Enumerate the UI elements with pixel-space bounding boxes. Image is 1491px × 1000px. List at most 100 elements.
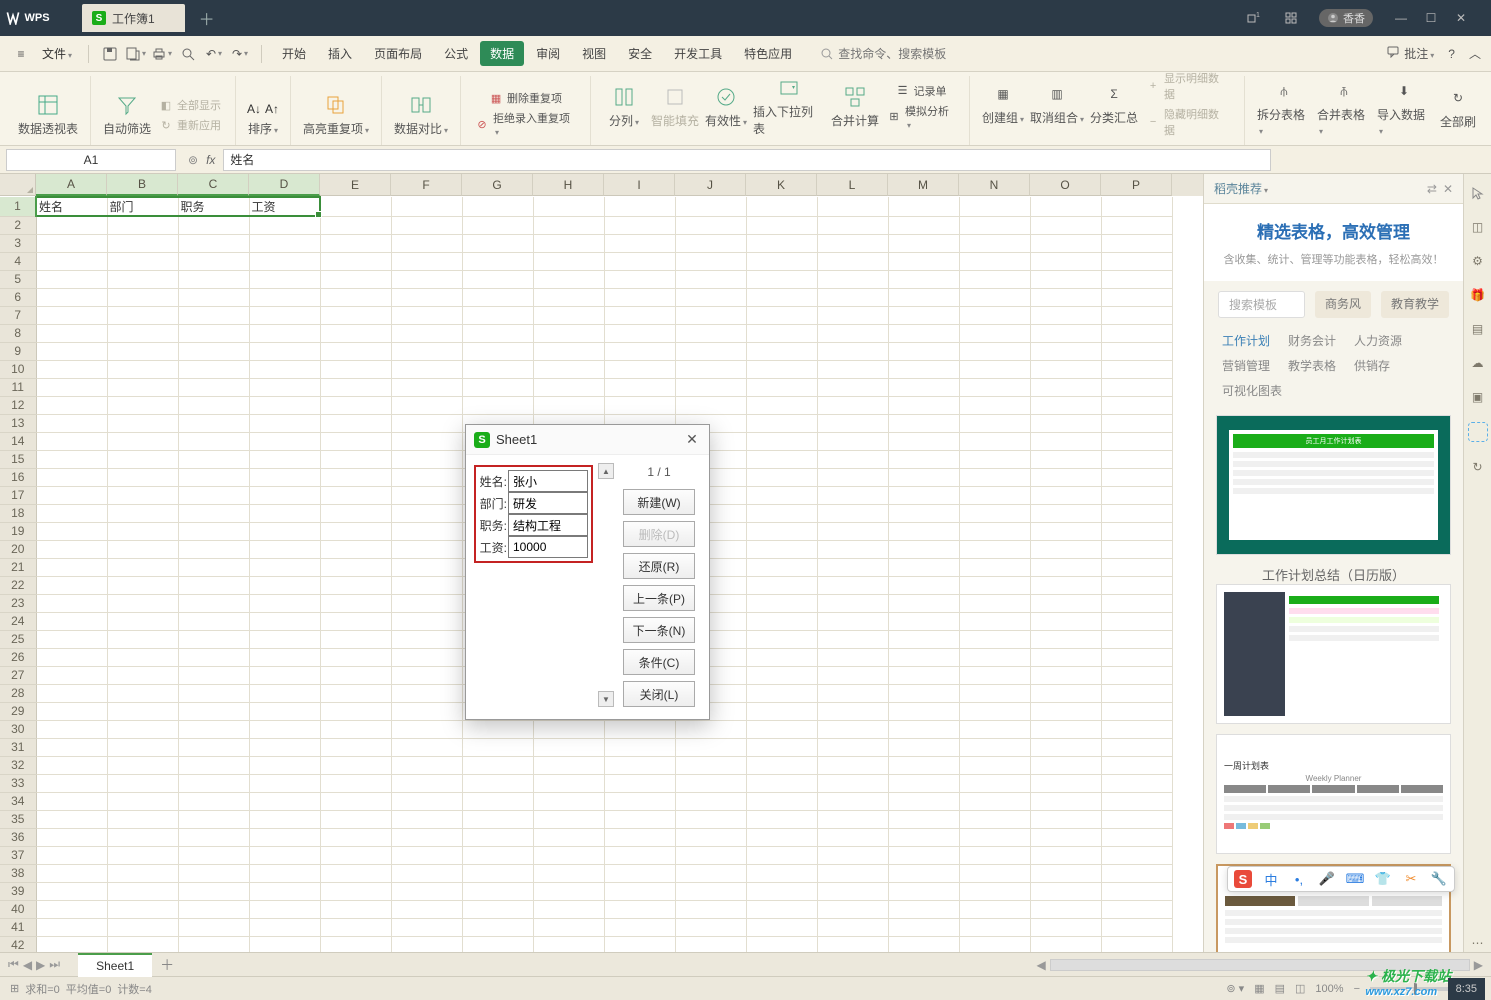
cell-M38[interactable] [888, 864, 959, 882]
cell-E34[interactable] [320, 792, 391, 810]
cell-F2[interactable] [391, 216, 462, 234]
pivot-table-button[interactable]: 数据透视表 [16, 91, 80, 139]
cell-F15[interactable] [391, 450, 462, 468]
rail-form-icon[interactable]: ▤ [1469, 320, 1487, 338]
col-header-L[interactable]: L [817, 174, 888, 196]
cell-H7[interactable] [533, 306, 604, 324]
cell-O24[interactable] [1030, 612, 1101, 630]
cell-F13[interactable] [391, 414, 462, 432]
cell-N21[interactable] [959, 558, 1030, 576]
cell-C36[interactable] [178, 828, 249, 846]
ime-tool-icon[interactable]: ✂ [1402, 870, 1420, 888]
row-header-1[interactable]: 1 [0, 197, 36, 216]
col-header-F[interactable]: F [391, 174, 462, 196]
cell-K7[interactable] [746, 306, 817, 324]
cell-L22[interactable] [817, 576, 888, 594]
cell-N40[interactable] [959, 900, 1030, 918]
cell-C33[interactable] [178, 774, 249, 792]
cell-J32[interactable] [675, 756, 746, 774]
cell-F27[interactable] [391, 666, 462, 684]
user-badge[interactable]: 香香 [1319, 9, 1373, 27]
dialog-close-icon[interactable]: ✕ [683, 431, 701, 449]
cell-F37[interactable] [391, 846, 462, 864]
cell-P12[interactable] [1101, 396, 1172, 414]
cell-F34[interactable] [391, 792, 462, 810]
cell-B20[interactable] [107, 540, 178, 558]
row-header-4[interactable]: 4 [0, 252, 36, 270]
tag-0[interactable]: 工作计划 [1222, 332, 1270, 349]
row-header-19[interactable]: 19 [0, 522, 36, 540]
cell-P8[interactable] [1101, 324, 1172, 342]
cell-C31[interactable] [178, 738, 249, 756]
ime-settings-icon[interactable]: 🔧 [1430, 870, 1448, 888]
cell-O38[interactable] [1030, 864, 1101, 882]
ime-voice-icon[interactable]: 🎤 [1318, 870, 1336, 888]
prev-record-button[interactable]: 上一条(P) [623, 585, 695, 611]
cell-M32[interactable] [888, 756, 959, 774]
tag-6[interactable]: 可视化图表 [1222, 382, 1282, 399]
rail-backup-icon[interactable]: ☁ [1469, 354, 1487, 372]
cell-O12[interactable] [1030, 396, 1101, 414]
cell-C4[interactable] [178, 252, 249, 270]
cell-A20[interactable] [36, 540, 107, 558]
cell-F20[interactable] [391, 540, 462, 558]
cell-K19[interactable] [746, 522, 817, 540]
new-record-button[interactable]: 新建(W) [623, 489, 695, 515]
col-header-K[interactable]: K [746, 174, 817, 196]
restore-window-icon[interactable]: 1 [1243, 8, 1263, 28]
cell-O40[interactable] [1030, 900, 1101, 918]
cell-E18[interactable] [320, 504, 391, 522]
cell-D14[interactable] [249, 432, 320, 450]
cell-A19[interactable] [36, 522, 107, 540]
cell-O33[interactable] [1030, 774, 1101, 792]
cell-C27[interactable] [178, 666, 249, 684]
cell-E26[interactable] [320, 648, 391, 666]
cell-B14[interactable] [107, 432, 178, 450]
cell-C37[interactable] [178, 846, 249, 864]
cell-M3[interactable] [888, 234, 959, 252]
cell-B5[interactable] [107, 270, 178, 288]
cell-N25[interactable] [959, 630, 1030, 648]
cell-M27[interactable] [888, 666, 959, 684]
cell-L32[interactable] [817, 756, 888, 774]
cell-K9[interactable] [746, 342, 817, 360]
cell-D30[interactable] [249, 720, 320, 738]
cell-E35[interactable] [320, 810, 391, 828]
cell-P39[interactable] [1101, 882, 1172, 900]
undo-icon[interactable]: ↶ [203, 43, 225, 65]
cell-P2[interactable] [1101, 216, 1172, 234]
cell-J30[interactable] [675, 720, 746, 738]
cell-I2[interactable] [604, 216, 675, 234]
rail-select-icon[interactable]: ◫ [1469, 218, 1487, 236]
cell-P14[interactable] [1101, 432, 1172, 450]
cell-D1[interactable]: 工资 [249, 197, 320, 216]
cell-K21[interactable] [746, 558, 817, 576]
cell-B4[interactable] [107, 252, 178, 270]
cell-E41[interactable] [320, 918, 391, 936]
col-header-J[interactable]: J [675, 174, 746, 196]
cell-B42[interactable] [107, 936, 178, 952]
chip-business[interactable]: 商务风 [1315, 291, 1371, 318]
cell-M24[interactable] [888, 612, 959, 630]
cell-K42[interactable] [746, 936, 817, 952]
cell-F41[interactable] [391, 918, 462, 936]
cell-P15[interactable] [1101, 450, 1172, 468]
cell-O10[interactable] [1030, 360, 1101, 378]
cell-L39[interactable] [817, 882, 888, 900]
validity-button[interactable]: 有效性 [703, 74, 749, 139]
cell-L25[interactable] [817, 630, 888, 648]
cell-L24[interactable] [817, 612, 888, 630]
row-header-35[interactable]: 35 [0, 810, 36, 828]
cell-F8[interactable] [391, 324, 462, 342]
cell-I35[interactable] [604, 810, 675, 828]
cell-F4[interactable] [391, 252, 462, 270]
sort-button[interactable]: 排序 [246, 118, 280, 139]
row-header-39[interactable]: 39 [0, 882, 36, 900]
cell-M42[interactable] [888, 936, 959, 952]
cell-B37[interactable] [107, 846, 178, 864]
tag-3[interactable]: 营销管理 [1222, 357, 1270, 374]
split-table-button[interactable]: ⫛拆分表格 [1255, 77, 1313, 139]
cell-O32[interactable] [1030, 756, 1101, 774]
cell-P19[interactable] [1101, 522, 1172, 540]
cell-N38[interactable] [959, 864, 1030, 882]
